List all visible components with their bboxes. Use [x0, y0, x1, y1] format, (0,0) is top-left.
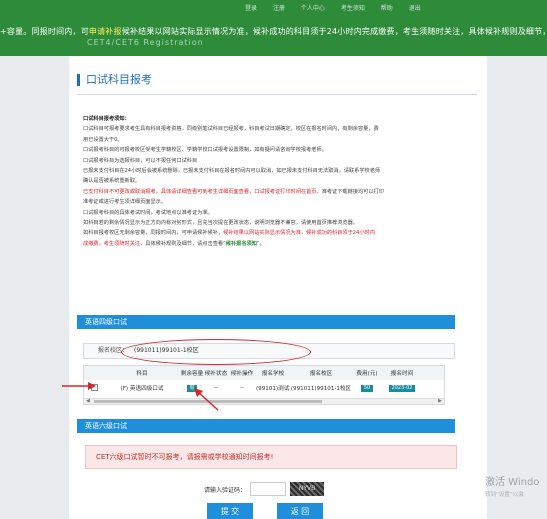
- table-header-cell: 科目: [136, 371, 148, 377]
- table-header-cell: 报名校区: [309, 371, 333, 377]
- captcha-image[interactable]: NYVB: [290, 482, 325, 496]
- notice-line: 口试报考科目的具体考试时间，考试地点以准考证为准。: [83, 209, 213, 216]
- captcha-label: 请输入验证码：: [204, 486, 247, 494]
- scroll-right-icon[interactable]: ▶: [438, 398, 442, 404]
- quota-badge: 有: [187, 384, 197, 392]
- table-header-cell: 费用(元): [356, 371, 378, 377]
- captcha-input[interactable]: [250, 482, 287, 496]
- captcha-row: 请输入验证码： NYVB: [204, 482, 325, 496]
- site-logo: CET4/CET6 Registration: [87, 38, 204, 47]
- notice-line: 口试科目可报考要求考生具有科目报考资格，同级别笔试科目已经报考，科目考试日期确定…: [83, 126, 379, 133]
- notice-block: 口试科目报考须知： 口试科目可报考要求考生具有科目报考资格，同级别笔试科目已经报…: [83, 114, 479, 249]
- notice-line: 用已设置大于0。: [83, 136, 123, 143]
- scroll-left-icon[interactable]: ◀: [86, 398, 90, 404]
- waitlist-action: --: [239, 385, 245, 391]
- top-nav-item[interactable]: 帮助: [381, 5, 393, 12]
- annotation-circle: [121, 339, 311, 365]
- main-panel: 口试科目报考 口试科目报考须知： 口试科目可报考要求考生具有科目报考资格，同级别…: [69, 56, 487, 519]
- top-nav-item[interactable]: 退出: [409, 5, 421, 12]
- windows-activation-watermark: 激活 Windo 转到“设置”以激: [485, 477, 540, 498]
- top-nav-item[interactable]: 考生须知: [341, 5, 365, 12]
- notice-line: 口试报考科目为选报科目，可以不报任何口试科目: [83, 157, 198, 164]
- table-header-cell: 剩余容量: [180, 371, 204, 377]
- notice-line: 已支付科目不可更改或取消报考，具体请详细查看可到考生详细页面查看，口试报考证打印…: [83, 188, 384, 195]
- fee-badge: 50: [360, 384, 374, 392]
- notice-line: 如科目报考校区无剩余容量，同报时间内，可申请候补候补，候补结果以网站实际显示情况…: [83, 230, 375, 237]
- submit-button[interactable]: 提 交: [207, 503, 253, 519]
- table-header-cell: 报名学校: [261, 371, 285, 377]
- scrollbar-thumb[interactable]: [94, 400, 322, 403]
- back-button[interactable]: 返 回: [277, 503, 323, 519]
- left-background: [0, 56, 69, 519]
- top-nav-item[interactable]: 登录: [245, 5, 257, 12]
- subject-table: 科目 剩余容量 候补状态 候补操作 报名学校 报名校区 费用(元) 报名时间 (…: [83, 365, 445, 405]
- right-background: [487, 56, 547, 519]
- table-header-row: 科目 剩余容量 候补状态 候补操作 报名学校 报名校区 费用(元) 报名时间: [84, 366, 444, 380]
- registration-time: 2023-02: [388, 384, 416, 392]
- waitlist-rules-link[interactable]: 候补报名须知: [226, 241, 257, 247]
- notice-line: 已报未支付科目在24小时后会被系统删除，已报未支付科目在报名时间内可以取消，如已…: [83, 168, 381, 175]
- table-horizontal-scrollbar[interactable]: ◀ ▶: [84, 398, 444, 404]
- table-row: (F) 英语四级口试 有 -- -- (99101)测试学校 (991011)9…: [84, 380, 444, 396]
- notice-line: 准考证或进行考生须详细页面显示。: [83, 199, 167, 206]
- notice-line: 口试报考科目的可报考校区受考生学籍校区、学籍学校口试报考设置限制，如有疑问请咨询…: [83, 147, 327, 154]
- school-cell: (99101)测试学校: [256, 386, 290, 392]
- top-banner: 登录 注册 个人中心 考生须知 帮助 退出 +容量。同报时间内，可申请补报候补结…: [0, 0, 547, 56]
- title-divider: [77, 94, 477, 95]
- top-nav: 登录 注册 个人中心 考生须知 帮助 退出: [245, 3, 435, 12]
- notice-line: 如科目若的剩余情况显示为正方向内有对劣形式，且充当次提在更改状态，说明浏览器不兼…: [83, 220, 358, 227]
- page-title: 口试科目报考: [77, 74, 152, 86]
- scrolling-announcement: +容量。同报时间内，可申请补报候补结果以网站实际显示情况为准，候补成功的科目须于…: [0, 27, 547, 36]
- section-header-cet4-oral: 英语四级口试: [77, 315, 455, 329]
- notice-line: 确认是否被系统重新取。: [83, 178, 141, 185]
- top-nav-item[interactable]: 注册: [273, 5, 285, 12]
- table-header-cell: 候补状态: [204, 371, 228, 377]
- table-header-cell: 报名时间: [390, 371, 414, 377]
- top-nav-item[interactable]: 个人中心: [301, 5, 325, 12]
- cet6-warning: CET六级口试暂时不可报考，请报需或学校通知时间报考!: [85, 445, 457, 469]
- subject-checkbox[interactable]: [90, 383, 98, 391]
- waitlist-status: --: [213, 385, 219, 391]
- campus-cell: (991011)99101-1校区: [290, 386, 352, 392]
- subject-name: (F) 英语四级口试: [120, 386, 164, 392]
- notice-heading: 口试科目报考须知：: [83, 116, 130, 122]
- notice-line: 成缴费，考生须随时关注，具体候补规则及细节，请点击查看“候补报名须知”。: [83, 240, 265, 247]
- section-header-cet6-oral: 英语六级口试: [77, 419, 455, 433]
- table-header-cell: 候补操作: [230, 371, 254, 377]
